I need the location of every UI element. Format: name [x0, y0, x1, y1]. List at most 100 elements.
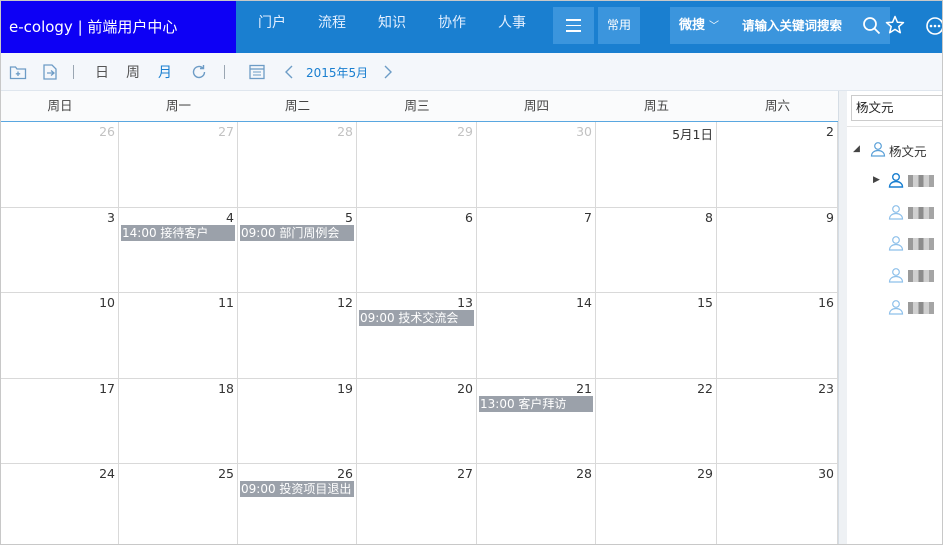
day-number: 11	[218, 295, 234, 310]
toolbar-divider	[224, 65, 225, 79]
caret-down-icon[interactable]: ◢	[853, 144, 860, 154]
calendar-day-cell[interactable]: 20	[357, 379, 477, 464]
calendar-day-cell[interactable]: 25	[119, 464, 238, 544]
brand-title[interactable]: e-cology | 前端用户中心	[1, 1, 236, 53]
day-number: 14	[576, 295, 592, 310]
tree-leaf[interactable]	[887, 298, 942, 318]
nav-workflow[interactable]: 流程	[302, 1, 362, 53]
calendar-day-cell[interactable]: 15	[596, 293, 717, 379]
day-number: 27	[218, 124, 234, 139]
calendar-day-cell[interactable]: 22	[596, 379, 717, 464]
calendar-day-cell[interactable]: 30	[477, 122, 596, 208]
calendar-day-cell[interactable]: 12	[238, 293, 357, 379]
calendar-picker-icon[interactable]	[248, 63, 266, 81]
more-options-icon[interactable]	[925, 16, 943, 36]
calendar-event[interactable]: 09:00 投资项目退出	[240, 481, 354, 497]
day-number: 9	[826, 210, 834, 225]
day-number: 26	[337, 466, 353, 481]
calendar-day-cell[interactable]: 16	[717, 293, 838, 379]
day-number: 26	[99, 124, 115, 139]
day-number: 24	[99, 466, 115, 481]
next-month-icon[interactable]	[378, 63, 396, 81]
user-icon	[888, 300, 904, 315]
calendar-day-cell[interactable]: 3	[1, 208, 119, 293]
calendar-day-cell[interactable]: 24	[1, 464, 119, 544]
view-day-button[interactable]: 日	[95, 62, 109, 82]
search-type-label: 微搜	[679, 18, 706, 33]
calendar-event[interactable]: 09:00 部门周例会	[240, 225, 354, 241]
user-search-input[interactable]: 杨文元	[851, 95, 942, 121]
view-month-button[interactable]: 月	[158, 62, 172, 82]
main-nav: 门户 流程 知识 协作 人事	[242, 1, 542, 53]
nav-knowledge[interactable]: 知识	[362, 1, 422, 53]
calendar-day-cell[interactable]: 2	[717, 122, 838, 208]
calendar-day-cell[interactable]: 14	[477, 293, 596, 379]
prev-month-icon[interactable]	[281, 63, 299, 81]
calendar-day-cell[interactable]: 29	[596, 464, 717, 544]
tree-root-label: 杨文元	[889, 144, 927, 159]
panel-splitter[interactable]	[839, 91, 847, 544]
star-icon[interactable]	[885, 15, 905, 35]
day-number: 16	[818, 295, 834, 310]
calendar-toolbar: 日 周 月 2015年5月	[1, 53, 942, 91]
calendar-day-cell[interactable]: 19	[238, 379, 357, 464]
caret-right-icon[interactable]: ▶	[873, 175, 880, 185]
search-icon[interactable]	[862, 16, 882, 36]
calendar-day-cell[interactable]: 11	[119, 293, 238, 379]
nav-hr[interactable]: 人事	[482, 1, 542, 53]
calendar-day-cell[interactable]: 27	[357, 464, 477, 544]
calendar-day-cell[interactable]: 13 09:00 技术交流会	[357, 293, 477, 379]
month-calendar: 周日 周一 周二 周三 周四 周五 周六 26 27 28 29 30 5月1日 2 3 4 14:00 接待…	[1, 91, 838, 544]
calendar-day-cell[interactable]: 4 14:00 接待客户	[119, 208, 238, 293]
calendar-day-cell[interactable]: 30	[717, 464, 838, 544]
calendar-event[interactable]: 09:00 技术交流会	[359, 310, 474, 326]
calendar-day-cell[interactable]: 6	[357, 208, 477, 293]
calendar-day-cell[interactable]: 5 09:00 部门周例会	[238, 208, 357, 293]
day-number: 5	[345, 210, 353, 225]
new-folder-icon[interactable]	[9, 63, 27, 81]
top-bar: e-cology | 前端用户中心 门户 流程 知识 协作 人事 常用 微搜 ﹀ …	[1, 1, 943, 53]
calendar-day-cell[interactable]: 28	[238, 122, 357, 208]
import-icon[interactable]	[41, 63, 59, 81]
calendar-day-cell[interactable]: 7	[477, 208, 596, 293]
calendar-day-cell[interactable]: 18	[119, 379, 238, 464]
calendar-day-cell[interactable]: 28	[477, 464, 596, 544]
calendar-day-cell[interactable]: 21 13:00 客户拜访	[477, 379, 596, 464]
day-number: 19	[337, 381, 353, 396]
nav-portal[interactable]: 门户	[242, 1, 302, 53]
search-input[interactable]: 请输入关键词搜索	[732, 7, 858, 44]
tree-leaf[interactable]	[887, 203, 942, 223]
calendar-event[interactable]: 13:00 客户拜访	[479, 396, 593, 412]
weekday-label: 周日	[47, 98, 73, 113]
view-week-button[interactable]: 周	[126, 62, 140, 82]
tree-leaf[interactable]	[887, 266, 942, 286]
calendar-day-cell[interactable]: 8	[596, 208, 717, 293]
day-number: 18	[218, 381, 234, 396]
calendar-day-cell[interactable]: 5月1日	[596, 122, 717, 208]
calendar-day-cell[interactable]: 9	[717, 208, 838, 293]
calendar-day-cell[interactable]: 26 09:00 投资项目退出	[238, 464, 357, 544]
refresh-icon[interactable]	[190, 63, 208, 81]
calendar-day-cell[interactable]: 26	[1, 122, 119, 208]
weekday-label: 周四	[523, 98, 549, 113]
calendar-day-cell[interactable]: 27	[119, 122, 238, 208]
search-type-dropdown[interactable]: 微搜 ﹀	[670, 7, 732, 44]
user-icon	[888, 173, 904, 188]
common-button[interactable]: 常用	[598, 7, 640, 44]
hamburger-menu-icon[interactable]	[553, 7, 594, 44]
redacted-name	[908, 270, 934, 282]
day-number: 23	[818, 381, 834, 396]
tree-leaf[interactable]	[887, 234, 942, 254]
day-number: 15	[697, 295, 713, 310]
calendar-day-cell[interactable]: 23	[717, 379, 838, 464]
nav-collaboration[interactable]: 协作	[422, 1, 482, 53]
calendar-day-cell[interactable]: 17	[1, 379, 119, 464]
day-number: 30	[576, 124, 592, 139]
calendar-day-cell[interactable]: 29	[357, 122, 477, 208]
calendar-event[interactable]: 14:00 接待客户	[121, 225, 235, 241]
day-number: 21	[576, 381, 592, 396]
tree-root[interactable]: ◢ 杨文元	[853, 140, 942, 160]
calendar-grid: 26 27 28 29 30 5月1日 2 3 4 14:00 接待客户 5 09:00 部门周例会 6…	[1, 122, 838, 544]
tree-node[interactable]: ▶	[873, 171, 942, 191]
calendar-day-cell[interactable]: 10	[1, 293, 119, 379]
